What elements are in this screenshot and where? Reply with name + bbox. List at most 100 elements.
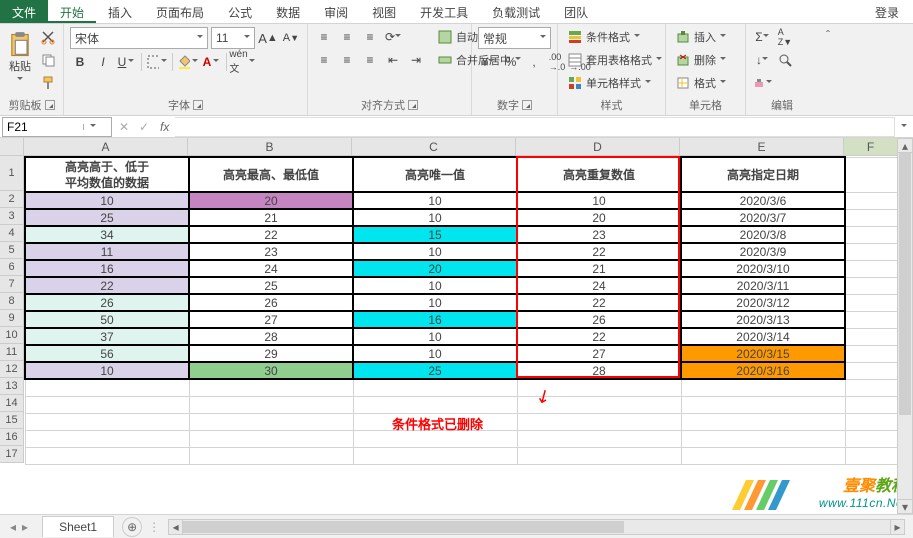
cell[interactable]: 10 bbox=[25, 192, 189, 209]
cell[interactable]: 2020/3/14 bbox=[681, 328, 845, 345]
cell[interactable] bbox=[681, 379, 845, 396]
cell[interactable]: 2020/3/13 bbox=[681, 311, 845, 328]
cell[interactable] bbox=[353, 396, 517, 413]
align-dialog-launcher[interactable] bbox=[408, 100, 418, 110]
cell[interactable]: 23 bbox=[517, 226, 681, 243]
cell[interactable]: 10 bbox=[353, 277, 517, 294]
cell[interactable]: 10 bbox=[25, 362, 189, 379]
fx-icon[interactable]: fx bbox=[154, 120, 175, 134]
orientation-icon[interactable]: ⟳ bbox=[383, 27, 403, 47]
cell[interactable]: 11 bbox=[25, 243, 189, 260]
row-header-13[interactable]: 13 bbox=[0, 378, 24, 395]
cell[interactable]: 20 bbox=[353, 260, 517, 277]
cell[interactable]: 高亮指定日期 bbox=[681, 157, 845, 192]
conditional-format-button[interactable]: 条件格式 bbox=[564, 27, 644, 47]
cell[interactable] bbox=[189, 430, 353, 447]
paste-button[interactable]: 粘贴 bbox=[6, 27, 34, 93]
cell[interactable] bbox=[25, 396, 189, 413]
cell[interactable]: 37 bbox=[25, 328, 189, 345]
cell[interactable] bbox=[353, 447, 517, 464]
cell[interactable]: 26 bbox=[25, 294, 189, 311]
cell[interactable]: 26 bbox=[189, 294, 353, 311]
col-header-B[interactable]: B bbox=[188, 138, 352, 156]
cell[interactable] bbox=[25, 430, 189, 447]
cell[interactable]: 10 bbox=[353, 294, 517, 311]
scroll-right-icon[interactable]: ▸ bbox=[890, 520, 904, 534]
tab-页面布局[interactable]: 页面布局 bbox=[144, 0, 216, 23]
cell[interactable]: 15 bbox=[353, 226, 517, 243]
tab-插入[interactable]: 插入 bbox=[96, 0, 144, 23]
cell[interactable]: 高亮高于、低于平均数值的数据 bbox=[25, 157, 189, 192]
cell[interactable]: 28 bbox=[189, 328, 353, 345]
tab-数据[interactable]: 数据 bbox=[264, 0, 312, 23]
fill-icon[interactable]: ↓ bbox=[752, 50, 772, 70]
cell[interactable]: 20 bbox=[517, 209, 681, 226]
clipboard-dialog-launcher[interactable] bbox=[45, 100, 55, 110]
insert-cells-button[interactable]: 插入 bbox=[672, 27, 730, 47]
cell[interactable]: 27 bbox=[189, 311, 353, 328]
enter-formula-icon[interactable]: ✓ bbox=[134, 117, 154, 137]
increase-font-icon[interactable]: A▲ bbox=[258, 28, 278, 48]
cell[interactable]: 10 bbox=[353, 209, 517, 226]
cell[interactable] bbox=[845, 243, 899, 260]
cell[interactable]: 16 bbox=[353, 311, 517, 328]
number-format-select[interactable]: 常规 bbox=[478, 27, 551, 49]
decrease-font-icon[interactable]: A▼ bbox=[281, 28, 301, 48]
comma-format-icon[interactable]: , bbox=[524, 52, 544, 72]
cell[interactable]: 25 bbox=[25, 209, 189, 226]
tab-负载测试[interactable]: 负载测试 bbox=[480, 0, 552, 23]
cell[interactable] bbox=[517, 413, 681, 430]
cell[interactable] bbox=[845, 226, 899, 243]
cell[interactable]: 21 bbox=[517, 260, 681, 277]
cell[interactable]: 2020/3/11 bbox=[681, 277, 845, 294]
tab-nav-prev-icon[interactable]: ◂ bbox=[10, 520, 16, 534]
format-painter-button[interactable] bbox=[38, 73, 58, 93]
tab-开发工具[interactable]: 开发工具 bbox=[408, 0, 480, 23]
cell[interactable] bbox=[845, 192, 899, 209]
cell[interactable]: 10 bbox=[353, 328, 517, 345]
align-right-icon[interactable]: ≡ bbox=[360, 50, 380, 70]
row-header-10[interactable]: 10 bbox=[0, 327, 24, 344]
cell[interactable]: 21 bbox=[189, 209, 353, 226]
row-header-17[interactable]: 17 bbox=[0, 446, 24, 463]
cell[interactable] bbox=[517, 430, 681, 447]
col-header-E[interactable]: E bbox=[680, 138, 844, 156]
row-header-1[interactable]: 1 bbox=[0, 156, 24, 191]
align-left-icon[interactable]: ≡ bbox=[314, 50, 334, 70]
italic-button[interactable]: I bbox=[93, 52, 113, 72]
cell[interactable] bbox=[845, 294, 899, 311]
cell[interactable]: 28 bbox=[517, 362, 681, 379]
font-size-select[interactable]: 11 bbox=[211, 27, 255, 49]
cell[interactable]: 26 bbox=[517, 311, 681, 328]
underline-button[interactable]: U bbox=[116, 52, 136, 72]
cell[interactable]: 2020/3/16 bbox=[681, 362, 845, 379]
cell[interactable] bbox=[25, 413, 189, 430]
cell[interactable] bbox=[845, 447, 899, 464]
cell[interactable] bbox=[517, 447, 681, 464]
delete-cells-button[interactable]: 删除 bbox=[672, 50, 730, 70]
row-header-11[interactable]: 11 bbox=[0, 344, 24, 361]
format-cells-button[interactable]: 格式 bbox=[672, 73, 730, 93]
vertical-scrollbar[interactable]: ▴ ▾ bbox=[897, 138, 913, 514]
expand-formula-bar-icon[interactable] bbox=[895, 124, 913, 130]
cell[interactable]: 56 bbox=[25, 345, 189, 362]
row-header-6[interactable]: 6 bbox=[0, 259, 24, 276]
cell[interactable]: 20 bbox=[189, 192, 353, 209]
number-dialog-launcher[interactable] bbox=[522, 100, 532, 110]
row-header-2[interactable]: 2 bbox=[0, 191, 24, 208]
cell[interactable]: 50 bbox=[25, 311, 189, 328]
name-box[interactable] bbox=[2, 117, 112, 137]
cell[interactable]: 24 bbox=[189, 260, 353, 277]
cell[interactable]: 高亮最高、最低值 bbox=[189, 157, 353, 192]
col-header-F[interactable]: F bbox=[844, 138, 898, 156]
align-center-icon[interactable]: ≡ bbox=[337, 50, 357, 70]
copy-button[interactable] bbox=[38, 50, 58, 70]
row-header-4[interactable]: 4 bbox=[0, 225, 24, 242]
add-sheet-button[interactable]: ⊕ bbox=[122, 517, 142, 537]
cell[interactable] bbox=[189, 396, 353, 413]
cell[interactable]: 10 bbox=[517, 192, 681, 209]
tab-团队[interactable]: 团队 bbox=[552, 0, 600, 23]
cell[interactable] bbox=[845, 311, 899, 328]
cell[interactable]: 27 bbox=[517, 345, 681, 362]
scroll-down-icon[interactable]: ▾ bbox=[898, 499, 912, 513]
